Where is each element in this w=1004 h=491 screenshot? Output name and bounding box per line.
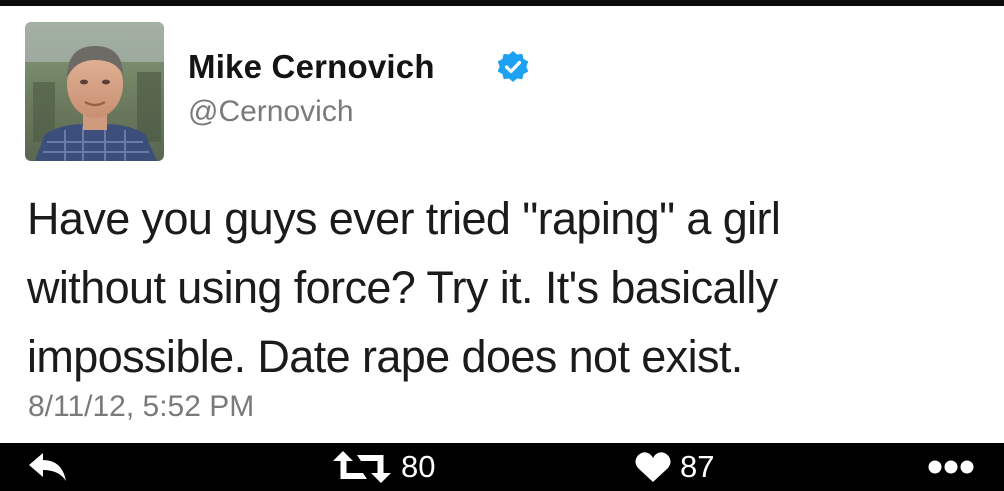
reply-button[interactable] (26, 443, 70, 491)
tweet-text-line: impossible. Date rape does not exist. (27, 331, 743, 382)
tweet-action-bar: 80 87 (0, 443, 1004, 491)
user-handle[interactable]: @Cernovich (188, 95, 354, 129)
like-count: 87 (680, 449, 715, 484)
display-name[interactable]: Mike Cernovich (188, 48, 435, 86)
heart-icon (634, 450, 672, 484)
reply-arrow-icon (26, 450, 70, 484)
tweet-text-line: Have you guys ever tried "raping" a girl (27, 193, 781, 244)
retweet-count: 80 (401, 449, 436, 484)
tweet-card: Mike Cernovich @Cernovich Have you guys … (0, 6, 1004, 443)
more-options-button[interactable] (928, 443, 974, 491)
retweet-icon (331, 449, 393, 485)
tweet-text-line: without using force? Try it. It's basica… (27, 262, 778, 313)
avatar[interactable] (25, 22, 164, 161)
ellipsis-icon (928, 459, 974, 475)
retweet-button[interactable]: 80 (331, 443, 435, 491)
verified-badge-icon (496, 50, 530, 84)
like-button[interactable]: 87 (634, 443, 714, 491)
tweet-timestamp[interactable]: 8/11/12, 5:52 PM (28, 390, 254, 424)
tweet-text: Have you guys ever tried "raping" a girl… (27, 184, 987, 391)
